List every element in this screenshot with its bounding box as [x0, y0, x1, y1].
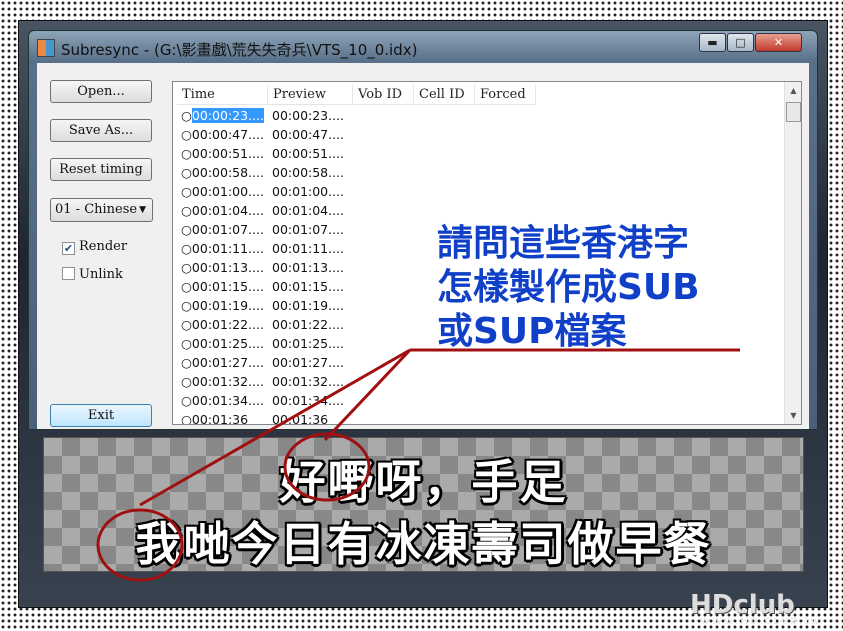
watermark-logo: HDclub [690, 590, 795, 620]
annotation-pointer-1 [139, 348, 411, 507]
watermark-url: WWW.HD.CLUB.tw [700, 617, 822, 627]
annotation-circle-1 [283, 432, 371, 502]
annotation-circle-2 [96, 508, 184, 582]
annotation-pointer-2 [323, 348, 412, 442]
annotation-marks [96, 348, 740, 582]
